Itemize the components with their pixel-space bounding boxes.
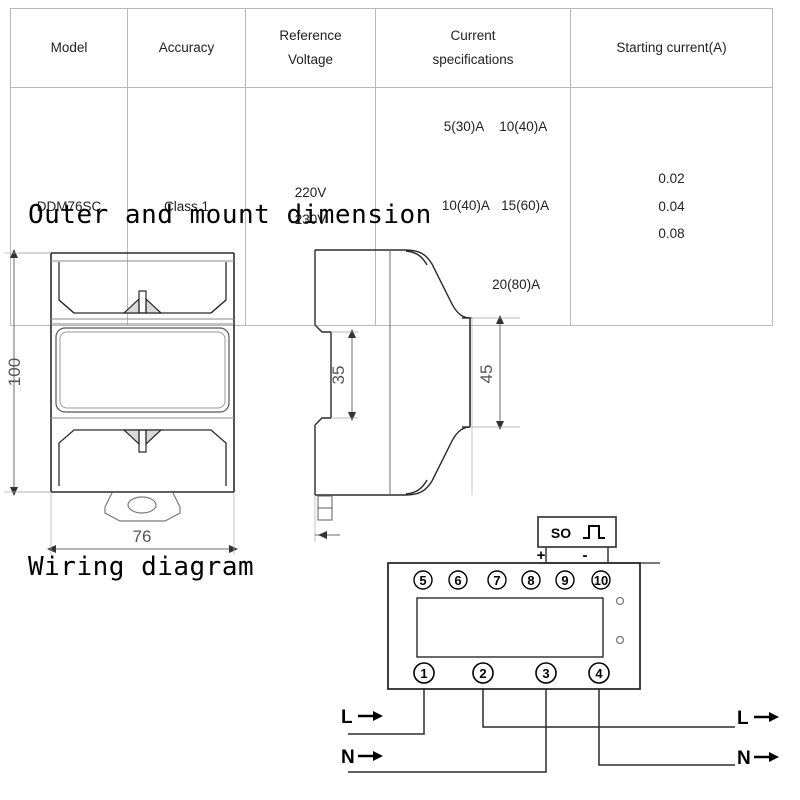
- output-line-label: L: [737, 708, 749, 729]
- terminal-3-label: 3: [542, 666, 549, 681]
- side-view-din-clip-foot: [317, 495, 333, 521]
- front-view-mounting-clip: [104, 492, 181, 522]
- so-label: SO: [551, 525, 571, 541]
- terminal-9-label: 9: [561, 573, 568, 588]
- terminal-1-label: 1: [420, 666, 427, 681]
- input-neutral-label: N: [341, 747, 355, 768]
- terminal-7-label: 7: [493, 573, 500, 588]
- side-view-depth-value: 45: [477, 365, 496, 384]
- side-view-drawing: [314, 249, 472, 542]
- wire-terminal-1-to-line-input: [348, 689, 425, 735]
- front-view-width-value: 76: [133, 527, 152, 546]
- line-output-arrowhead-icon: [769, 712, 779, 722]
- input-arrow-group: [358, 711, 383, 761]
- terminal-4-label: 4: [595, 666, 603, 681]
- front-view-top-panel: [51, 260, 234, 320]
- technical-drawings: 100 76 35 45 SO + - 5 6 7 8 9 10 1 2 3 4…: [4, 249, 779, 773]
- front-view-body-outline: [50, 252, 235, 493]
- side-view-depth-dimension: [470, 315, 520, 495]
- bottom-terminal-group: [413, 662, 610, 684]
- wiring-connection-lines: [348, 689, 735, 773]
- neutral-input-arrowhead-icon: [373, 751, 383, 761]
- front-view-upper-terminal-block: [58, 262, 227, 314]
- terminal-10-label: 10: [594, 573, 608, 588]
- terminal-2-label: 2: [479, 666, 486, 681]
- front-view-drawing: [50, 252, 235, 522]
- pulse-waveform-icon: [583, 525, 605, 539]
- neutral-output-arrowhead-icon: [769, 752, 779, 762]
- wire-terminal-2-to-line-output: [482, 689, 735, 728]
- top-terminal-group: [413, 570, 611, 590]
- front-view-height-value: 100: [5, 358, 24, 386]
- led-indicator-1: [615, 596, 625, 606]
- front-view-lower-center-notch: [122, 429, 163, 453]
- so-negative-label: -: [583, 547, 588, 564]
- terminal-8-label: 8: [527, 573, 534, 588]
- front-view-lower-terminal-block: [58, 429, 227, 486]
- output-neutral-label: N: [737, 748, 751, 769]
- led-indicator-group: [615, 596, 625, 645]
- input-line-label: L: [341, 707, 353, 728]
- so-positive-label: +: [537, 547, 546, 564]
- line-input-arrowhead-icon: [373, 711, 383, 721]
- side-view-foot-dimension: [314, 496, 340, 542]
- side-view-rail-value: 35: [329, 366, 348, 385]
- terminal-6-label: 6: [454, 573, 461, 588]
- output-arrow-group: [754, 712, 779, 762]
- led-indicator-2: [615, 635, 625, 645]
- terminal-5-label: 5: [419, 573, 426, 588]
- front-view-display-window: [51, 323, 234, 419]
- front-view-upper-center-notch: [122, 290, 163, 314]
- side-view-front-profile: [404, 249, 472, 496]
- wire-terminal-3-to-neutral-input: [348, 689, 547, 773]
- wiring-diagram-drawing: SO + - 5 6 7 8 9 10 1 2 3 4 L N L N: [341, 516, 779, 773]
